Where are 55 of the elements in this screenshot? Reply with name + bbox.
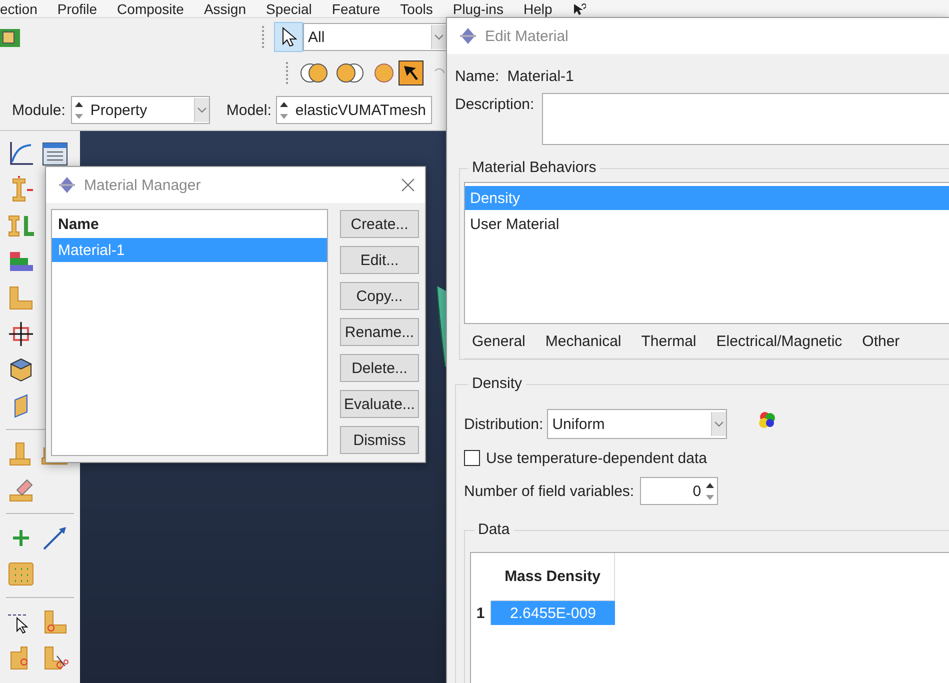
dialog-button[interactable]: Create... bbox=[340, 210, 419, 238]
menu-item[interactable]: Help bbox=[523, 1, 552, 17]
dialog-button[interactable]: Dismiss bbox=[340, 426, 419, 454]
table-icon[interactable] bbox=[41, 140, 69, 168]
column-header: Name bbox=[57, 216, 100, 235]
chevron-down-icon bbox=[197, 106, 208, 114]
menu-item[interactable]: ection bbox=[0, 1, 38, 17]
context-help-icon[interactable] bbox=[572, 3, 586, 17]
menu-item[interactable]: Composite bbox=[117, 1, 184, 17]
dialog-button[interactable]: Evaluate... bbox=[340, 390, 419, 418]
behavior-list-item[interactable]: User Material bbox=[465, 212, 949, 236]
field-variables-label: Number of field variables: bbox=[464, 482, 634, 500]
name-label: Name: bbox=[455, 68, 500, 84]
menu-item[interactable]: Tools bbox=[400, 1, 433, 17]
menu-item[interactable]: Profile bbox=[57, 1, 98, 17]
dialog-title: Material Manager bbox=[84, 176, 201, 194]
selection-filter-dropdown[interactable]: All bbox=[303, 23, 447, 51]
menu-item[interactable]: Thermal bbox=[641, 332, 696, 350]
menu-item[interactable]: Other bbox=[862, 332, 900, 350]
description-label: Description: bbox=[455, 96, 534, 113]
close-icon[interactable] bbox=[401, 178, 415, 192]
description-field[interactable] bbox=[542, 93, 949, 145]
module-label: Module: bbox=[12, 102, 66, 118]
distribution-dropdown[interactable]: Uniform bbox=[547, 409, 728, 439]
material-name: Material-1 bbox=[507, 68, 574, 84]
group-title: Density bbox=[468, 375, 526, 392]
dialog-button[interactable]: Edit... bbox=[340, 246, 419, 274]
model-dropdown[interactable]: elasticVUMATmesh bbox=[276, 96, 432, 124]
app-icon bbox=[457, 27, 479, 45]
l-bracket-icon[interactable] bbox=[7, 284, 35, 312]
model-label: Model: bbox=[226, 102, 272, 118]
pointer-icon bbox=[280, 26, 296, 48]
dialog-button[interactable]: Copy... bbox=[340, 282, 419, 310]
menu-item[interactable]: Mechanical bbox=[545, 332, 622, 350]
chevron-down-icon bbox=[714, 420, 724, 428]
menu-item[interactable]: Electrical/Magnetic bbox=[716, 332, 842, 350]
select-tool-button[interactable] bbox=[274, 22, 303, 52]
distribution-label: Distribution: bbox=[464, 416, 544, 432]
chevron-down-icon bbox=[434, 33, 444, 41]
app-icon bbox=[56, 176, 78, 194]
checkbox-label: Use temperature-dependent data bbox=[486, 450, 707, 466]
dialog-title: Edit Material bbox=[485, 28, 568, 44]
menu-item[interactable]: Special bbox=[266, 1, 312, 17]
menu-item[interactable]: Feature bbox=[332, 1, 380, 17]
field-variables-spinbox[interactable]: 0 bbox=[640, 477, 718, 505]
dialog-button[interactable]: Rename... bbox=[340, 318, 419, 346]
menu-item[interactable]: Plug-ins bbox=[452, 1, 504, 17]
grid-panel-icon[interactable] bbox=[7, 560, 35, 588]
menu-item[interactable]: General bbox=[472, 332, 526, 350]
dialog-button[interactable]: Delete... bbox=[340, 354, 419, 382]
orientation-axes-icon[interactable] bbox=[7, 320, 35, 348]
checkbox[interactable] bbox=[464, 450, 480, 466]
menu-item[interactable]: Assign bbox=[204, 1, 246, 17]
module-dropdown[interactable]: Property bbox=[71, 96, 210, 124]
color-palette-icon[interactable] bbox=[757, 411, 778, 429]
